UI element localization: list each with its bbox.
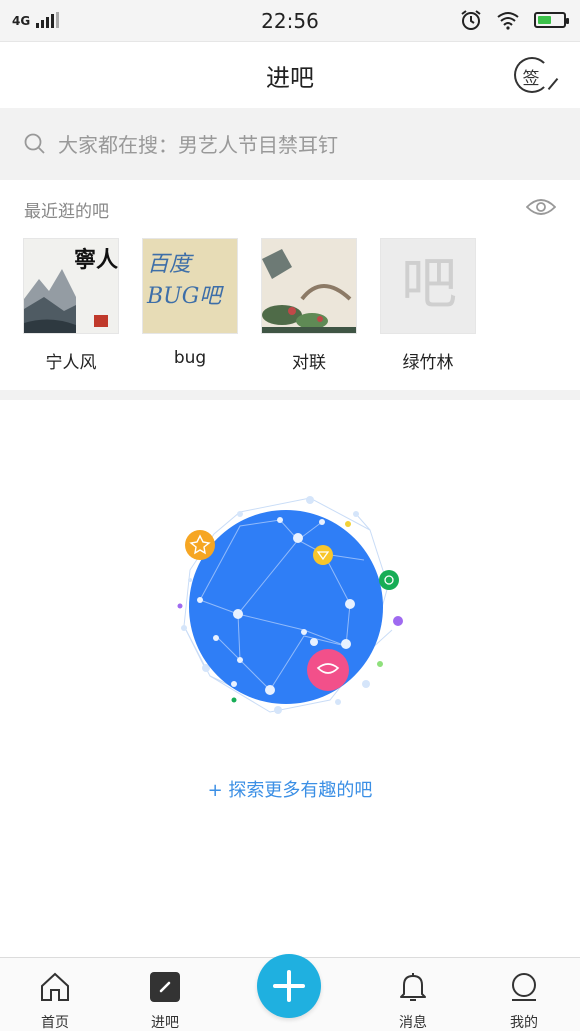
bar-name: bug (173, 348, 207, 368)
bar-thumbnail: 百度 BUG吧 (142, 238, 238, 334)
bar-thumb-text: 百度 BUG吧 (147, 252, 222, 309)
plus-icon-stroke (287, 970, 291, 1002)
bell-icon (400, 973, 426, 1001)
bar-name: 绿竹林 (402, 353, 454, 373)
alarm-icon (461, 10, 481, 30)
recent-bars-section: 最近逛的吧 寧人 宁人风 百度 BUG吧 bug 对联 吧 绿竹林 (0, 180, 580, 390)
search-icon (24, 133, 45, 154)
bottom-navigation: 首页 进吧 消息 我的 (0, 954, 580, 1031)
bar-item-ningrenfeng[interactable]: 寧人 宁人风 (23, 238, 119, 373)
wifi-icon (497, 12, 519, 30)
search-input[interactable] (58, 130, 558, 160)
explore-globe-illustration (177, 496, 403, 714)
bar-name: 宁人风 (45, 353, 97, 373)
bar-thumbnail (261, 238, 357, 334)
profile-icon (512, 973, 536, 1001)
bar-name: 对联 (292, 353, 326, 373)
add-post-button[interactable] (257, 954, 321, 1018)
sign-in-button[interactable]: 签 (514, 57, 559, 93)
nav-label: 我的 (510, 1015, 538, 1031)
home-icon (41, 972, 69, 1001)
battery-icon (534, 12, 569, 28)
section-divider (0, 390, 580, 400)
sign-label: 签 (522, 69, 540, 89)
nav-enter-bar[interactable]: 进吧 (130, 970, 200, 1031)
eye-icon[interactable] (526, 196, 556, 218)
page-title: 进吧 (266, 64, 314, 92)
recent-bars-list: 寧人 宁人风 百度 BUG吧 bug 对联 吧 绿竹林 (23, 238, 476, 373)
status-icons (460, 9, 569, 31)
bar-thumb-text: 寧人 (74, 248, 119, 273)
bridge-painting-image (262, 239, 356, 333)
title-bar: 进吧 签 (0, 42, 580, 108)
explore-more-bars-link[interactable]: + 探索更多有趣的吧 (0, 776, 580, 802)
nav-label: 进吧 (151, 1015, 179, 1031)
nav-label: 首页 (41, 1015, 69, 1031)
bar-item-lvzhulin[interactable]: 吧 绿竹林 (380, 238, 476, 373)
bar-item-duilian[interactable]: 对联 (261, 238, 357, 373)
nav-messages[interactable]: 消息 (378, 970, 448, 1031)
search-bar[interactable] (0, 108, 580, 180)
bar-item-bug[interactable]: 百度 BUG吧 bug (142, 238, 238, 373)
bar-thumb-text: 吧 (401, 252, 457, 317)
recent-bars-title: 最近逛的吧 (24, 202, 109, 222)
enter-bar-icon (150, 972, 180, 1002)
bar-thumbnail: 寧人 (23, 238, 119, 334)
nav-home[interactable]: 首页 (20, 970, 90, 1031)
nav-profile[interactable]: 我的 (489, 970, 559, 1031)
nav-label: 消息 (399, 1015, 427, 1031)
status-bar: 4G 22:56 (0, 0, 580, 42)
bar-thumbnail: 吧 (380, 238, 476, 334)
